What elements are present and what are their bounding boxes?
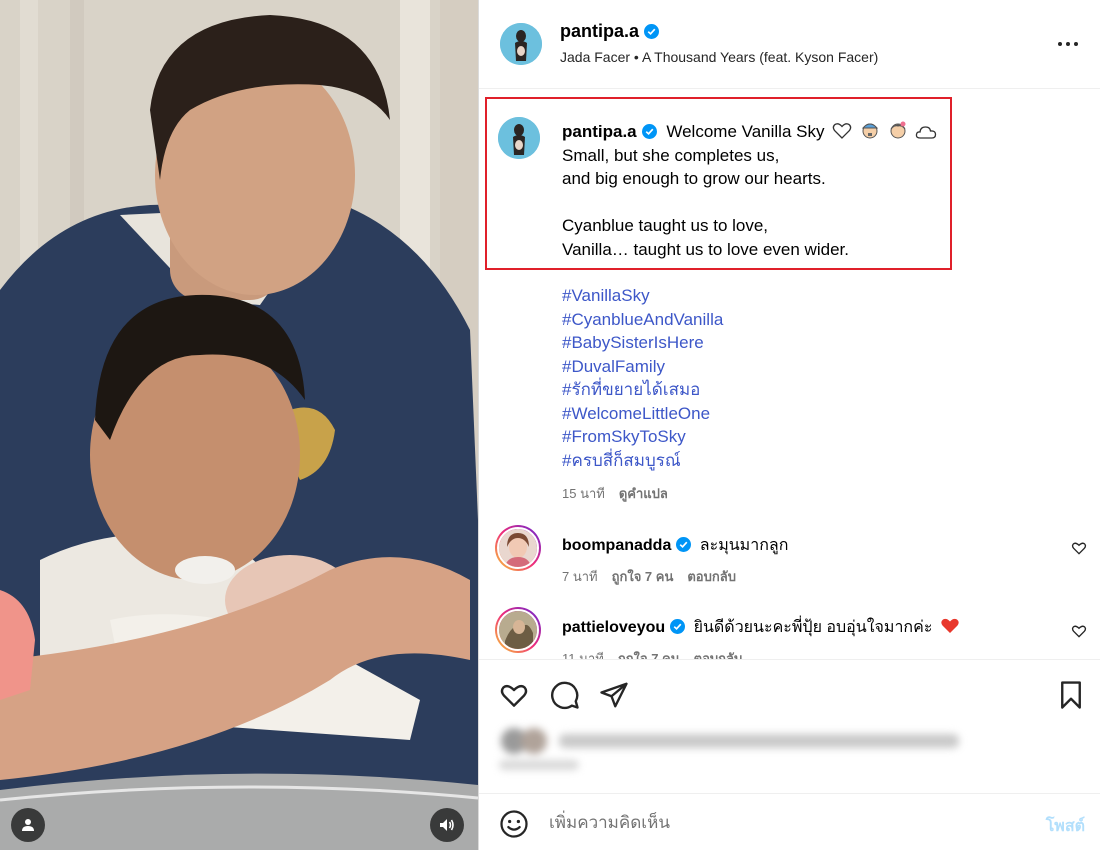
hashtag-link[interactable]: #BabySisterIsHere bbox=[562, 331, 723, 355]
commenter-avatar-image bbox=[499, 611, 537, 649]
hashtag-list: #VanillaSky #CyanblueAndVanilla #BabySis… bbox=[562, 284, 723, 472]
post-comment-button[interactable]: โพสต์ bbox=[1046, 814, 1085, 839]
tagged-users-button[interactable] bbox=[11, 808, 45, 842]
caption-first-line: pantipa.a Welcome Vanilla Sky bbox=[562, 120, 1082, 144]
comment-text: ละมุนมากลูก bbox=[699, 537, 789, 554]
verified-badge-icon bbox=[641, 124, 657, 139]
comment-time[interactable]: 7 นาที bbox=[562, 569, 598, 584]
caption-avatar-image bbox=[498, 117, 540, 159]
comment-avatar[interactable] bbox=[495, 525, 541, 571]
comment-input[interactable] bbox=[549, 810, 1009, 836]
commenter-avatar-image bbox=[499, 529, 537, 567]
reply-button[interactable]: ตอบกลับ bbox=[694, 651, 743, 659]
hashtag-link[interactable]: #รักที่ขยายได้เสมอ bbox=[562, 378, 723, 402]
caption-line: Small, but she completes us, bbox=[562, 145, 780, 165]
instagram-post-view: pantipa.a Jada Facer • A Thousand Years … bbox=[0, 0, 1100, 850]
hashtag-link[interactable]: #WelcomeLittleOne bbox=[562, 402, 723, 426]
reply-button[interactable]: ตอบกลับ bbox=[687, 569, 736, 584]
likes-summary-blurred bbox=[499, 726, 969, 776]
comment-icon[interactable] bbox=[550, 680, 580, 710]
comment-meta: 7 นาที ถูกใจ 7 คน ตอบกลับ bbox=[562, 566, 736, 587]
caption-author-avatar[interactable] bbox=[498, 117, 540, 159]
emoji-icon[interactable] bbox=[499, 809, 529, 839]
caption-username[interactable]: pantipa.a bbox=[562, 122, 637, 141]
baby-girl-emoji-icon bbox=[890, 121, 906, 139]
mute-toggle-button[interactable] bbox=[430, 808, 464, 842]
video-frame bbox=[0, 0, 478, 850]
post-details-panel: pantipa.a Jada Facer • A Thousand Years … bbox=[479, 0, 1100, 850]
caption-line: Cyanblue taught us to love, bbox=[562, 216, 769, 235]
cloud-emoji-icon bbox=[916, 126, 937, 139]
comment-meta: 11 นาที ถูกใจ 7 คน ตอบกลับ bbox=[562, 648, 742, 659]
comment-username[interactable]: boompanadda bbox=[562, 537, 671, 554]
caption-title: Welcome Vanilla Sky bbox=[666, 122, 825, 141]
caption-line: and big enough to grow our hearts. bbox=[562, 169, 826, 188]
comments-scroll-area[interactable]: pantipa.a Welcome Vanilla Sky Small, but… bbox=[479, 0, 1100, 659]
comment-like-heart-icon[interactable] bbox=[1071, 540, 1087, 556]
verified-badge-icon bbox=[676, 537, 692, 552]
comment-body: pattieloveyou ยินดีด้วยนะคะพี่ปุ้ย อบอุ่… bbox=[562, 615, 960, 640]
baby-boy-emoji-icon bbox=[861, 123, 879, 139]
hashtag-link[interactable]: #FromSkyToSky bbox=[562, 425, 723, 449]
comment-likes[interactable]: ถูกใจ 7 คน bbox=[618, 651, 680, 659]
comment-like-heart-icon[interactable] bbox=[1071, 623, 1087, 639]
comment-text: ยินดีด้วยนะคะพี่ปุ้ย อบอุ่นใจมากค่ะ bbox=[693, 619, 933, 636]
post-video[interactable] bbox=[0, 0, 478, 850]
comment-body: boompanadda ละมุนมากลูก bbox=[562, 533, 788, 558]
comment-username[interactable]: pattieloveyou bbox=[562, 619, 665, 636]
red-heart-emoji-icon bbox=[941, 618, 959, 633]
add-comment-bar: โพสต์ bbox=[479, 793, 1100, 850]
heart-icon[interactable] bbox=[499, 680, 529, 710]
hashtag-link[interactable]: #DuvalFamily bbox=[562, 355, 723, 379]
caption-line: Vanilla… taught us to love even wider. bbox=[562, 239, 849, 259]
caption-time[interactable]: 15 นาที bbox=[562, 486, 605, 501]
share-icon[interactable] bbox=[599, 680, 629, 710]
speaker-icon bbox=[440, 819, 454, 831]
comment-time[interactable]: 11 นาที bbox=[562, 651, 604, 659]
hashtag-link[interactable]: #VanillaSky bbox=[562, 284, 723, 308]
post-caption: pantipa.a Welcome Vanilla Sky Small, but… bbox=[562, 120, 1082, 261]
white-heart-emoji-icon bbox=[832, 123, 852, 139]
bookmark-icon[interactable] bbox=[1056, 680, 1086, 710]
verified-badge-icon bbox=[670, 619, 686, 634]
comment-avatar[interactable] bbox=[495, 607, 541, 653]
comment-likes[interactable]: ถูกใจ 7 คน bbox=[612, 569, 674, 584]
hashtag-link[interactable]: #ครบสี่ก็สมบูรณ์ bbox=[562, 449, 723, 473]
user-tag-icon bbox=[22, 819, 34, 831]
post-actions bbox=[479, 659, 1100, 793]
translate-link[interactable]: ดูคำแปล bbox=[619, 486, 668, 501]
hashtag-link[interactable]: #CyanblueAndVanilla bbox=[562, 308, 723, 332]
caption-meta: 15 นาที ดูคำแปล bbox=[562, 483, 668, 504]
